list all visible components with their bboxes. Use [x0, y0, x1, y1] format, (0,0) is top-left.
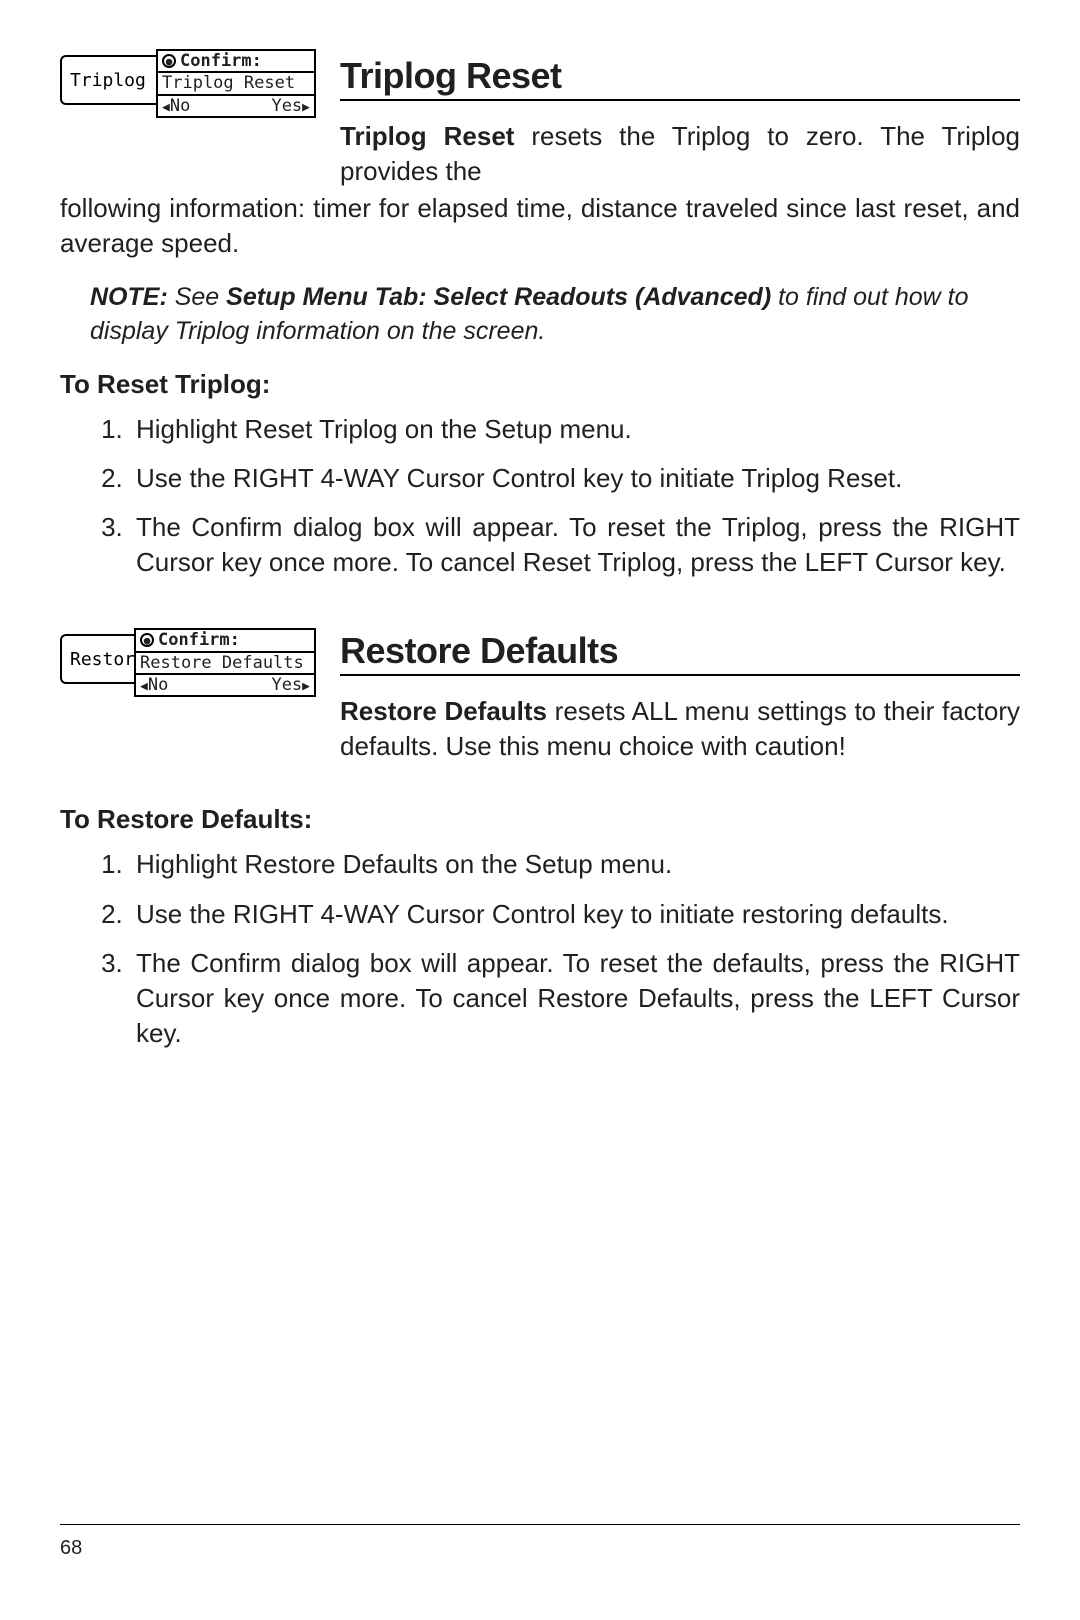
chevron-left-icon: ◀ [140, 679, 148, 694]
list-item: Use the RIGHT 4-WAY Cursor Control key t… [130, 897, 1020, 932]
confirm-actions: ◀No Yes▶ [136, 675, 314, 695]
note-block: NOTE: See Setup Menu Tab: Select Readout… [90, 281, 1020, 349]
note-bold: Setup Menu Tab: Select Readouts (Advance… [226, 283, 771, 311]
heading-block: Triplog Reset Triplog Reset resets the T… [340, 55, 1020, 189]
confirm-title: ● Confirm: [136, 630, 314, 652]
confirm-body: Restore Defaults [136, 653, 314, 675]
page-content: Triplog Rese ● Confirm: Triplog Reset ◀N… [60, 55, 1020, 1565]
section-heading: Triplog Reset [340, 55, 1020, 101]
restore-thumbnail: Restore De ● Confirm: Restore Defaults ◀… [60, 634, 310, 684]
confirm-no: ◀No [140, 675, 168, 695]
confirm-label: Confirm: [158, 630, 240, 650]
confirm-no: ◀No [162, 96, 190, 116]
lead-paragraph: Triplog Reset resets the Triplog to zero… [340, 119, 1020, 189]
confirm-title: ● Confirm: [158, 51, 314, 73]
confirm-body: Triplog Reset [158, 73, 314, 95]
section-restore-defaults: Restore De ● Confirm: Restore Defaults ◀… [60, 630, 1020, 764]
heading-block: Restore Defaults Restore Defaults resets… [340, 630, 1020, 764]
page-number: 68 [60, 1537, 82, 1560]
list-item: Use the RIGHT 4-WAY Cursor Control key t… [130, 461, 1020, 496]
subhead-reset-triplog: To Reset Triplog: [60, 369, 1020, 400]
lead-bold: Triplog Reset [340, 121, 514, 151]
list-item: Highlight Restore Defaults on the Setup … [130, 847, 1020, 882]
lead-bold: Restore Defaults [340, 696, 547, 726]
chevron-left-icon: ◀ [162, 100, 170, 115]
chevron-right-icon: ▶ [302, 679, 310, 694]
steps-restore-defaults: Highlight Restore Defaults on the Setup … [130, 847, 1020, 1050]
steps-reset-triplog: Highlight Reset Triplog on the Setup men… [130, 412, 1020, 580]
footer-rule [60, 1524, 1020, 1525]
alert-icon: ● [162, 54, 176, 68]
lead-continuation: following information: timer for elapsed… [60, 191, 1020, 261]
confirm-actions: ◀No Yes▶ [158, 96, 314, 116]
triplog-thumbnail: Triplog Rese ● Confirm: Triplog Reset ◀N… [60, 55, 310, 105]
list-item: The Confirm dialog box will appear. To r… [130, 510, 1020, 580]
confirm-yes: Yes▶ [271, 96, 310, 116]
lead-paragraph: Restore Defaults resets ALL menu setting… [340, 694, 1020, 764]
confirm-label: Confirm: [180, 51, 262, 71]
section-heading: Restore Defaults [340, 630, 1020, 676]
alert-icon: ● [140, 633, 154, 647]
confirm-dialog: ● Confirm: Restore Defaults ◀No Yes▶ [134, 628, 316, 697]
section-triplog-reset: Triplog Rese ● Confirm: Triplog Reset ◀N… [60, 55, 1020, 189]
list-item: Highlight Reset Triplog on the Setup men… [130, 412, 1020, 447]
note-mid: See [168, 283, 226, 311]
subhead-restore-defaults: To Restore Defaults: [60, 804, 1020, 835]
list-item: The Confirm dialog box will appear. To r… [130, 946, 1020, 1051]
note-prefix: NOTE: [90, 283, 168, 311]
confirm-yes: Yes▶ [271, 675, 310, 695]
chevron-right-icon: ▶ [302, 100, 310, 115]
confirm-dialog: ● Confirm: Triplog Reset ◀No Yes▶ [156, 49, 316, 118]
